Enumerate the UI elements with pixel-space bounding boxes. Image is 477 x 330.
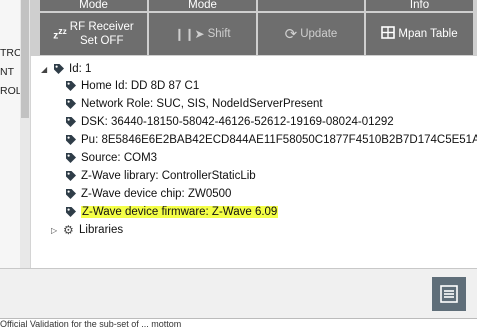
libraries-label: Libraries xyxy=(79,224,124,236)
update-button[interactable]: ⟳ Update xyxy=(258,13,364,55)
tree-item[interactable]: DSK: 36440-18150-58042-46126-52612-19169… xyxy=(65,114,394,130)
update-label: Update xyxy=(300,28,338,40)
mpan-table-label: Mpan Table xyxy=(398,28,458,40)
collapse-caret-icon[interactable]: ◢ xyxy=(41,65,51,74)
expand-caret-icon[interactable]: ▷ xyxy=(51,226,61,235)
gear-icon: ⚙ xyxy=(63,223,74,237)
mode-button-2[interactable]: Mode xyxy=(149,0,256,11)
info-button-label: Info xyxy=(409,0,430,11)
refresh-icon: ⟳ xyxy=(284,26,298,43)
list-icon xyxy=(440,285,458,303)
tag-icon xyxy=(66,207,76,217)
status-bar: Official Validation for the sub-set of .… xyxy=(0,318,477,330)
tag-icon xyxy=(66,153,76,163)
rf-receiver-label-line1: RF Receiver xyxy=(69,21,134,33)
tree-root-node[interactable]: ◢ Id: 1 xyxy=(41,61,91,77)
tag-icon xyxy=(66,189,76,199)
sleep-icon: zzz xyxy=(53,26,67,42)
mode-button-1-label: Mode xyxy=(79,0,108,11)
mpan-table-button[interactable]: Mpan Table xyxy=(366,13,473,55)
bottom-panel xyxy=(0,268,477,319)
table-icon xyxy=(381,26,396,42)
dsk-label: DSK: 36440-18150-58042-46126-52612-19169… xyxy=(81,116,394,128)
tree-item[interactable]: Home Id: DD 8D 87 C1 xyxy=(65,78,199,94)
shift-button[interactable]: ❙❙➤ Shift xyxy=(149,13,256,55)
left-panel: TRC NT ROL xyxy=(0,0,22,268)
zwave-library-label: Z-Wave library: ControllerStaticLib xyxy=(81,170,256,182)
tag-icon xyxy=(66,135,76,145)
tag-icon xyxy=(54,64,64,74)
toolbar-button-blank[interactable] xyxy=(258,0,364,11)
left-scrollbar[interactable] xyxy=(20,0,30,268)
tree-item[interactable]: Network Role: SUC, SIS, NodeIdServerPres… xyxy=(65,96,323,112)
scrollbar-thumb[interactable] xyxy=(21,0,29,118)
tag-icon xyxy=(66,117,76,127)
zwave-firmware-label: Z-Wave device firmware: Z-Wave 6.09 xyxy=(81,206,279,218)
tree-item[interactable]: Z-Wave device firmware: Z-Wave 6.09 xyxy=(65,204,279,220)
shift-icon: ❙❙➤ xyxy=(174,27,205,41)
tree-root-label: Id: 1 xyxy=(69,63,92,75)
tree-item[interactable]: Source: COM3 xyxy=(65,150,157,166)
home-id-label: Home Id: DD 8D 87 C1 xyxy=(81,80,200,92)
left-label: TRC xyxy=(0,47,22,59)
tag-icon xyxy=(66,81,76,91)
mode-button-1[interactable]: Mode xyxy=(40,0,147,11)
tag-icon xyxy=(66,99,76,109)
left-label: NT xyxy=(0,66,14,78)
tree-libraries-node[interactable]: ▷ ⚙ Libraries xyxy=(51,222,123,238)
menu-button[interactable] xyxy=(432,277,466,311)
shift-label: Shift xyxy=(207,28,231,40)
status-text: Official Validation for the sub-set of .… xyxy=(0,319,182,329)
pu-label: Pu: 8E5846E6E2BAB42ECD844AE11F58050C1877… xyxy=(81,134,477,146)
zwave-chip-label: Z-Wave device chip: ZW0500 xyxy=(81,188,232,200)
tree-item[interactable]: Z-Wave library: ControllerStaticLib xyxy=(65,168,256,184)
node-info-tree: ◢ Id: 1 Home Id: DD 8D 87 C1 Network Rol… xyxy=(30,56,477,268)
toolbar: Mode Mode Info zzz RF Receiver Set OFF ❙… xyxy=(30,0,477,56)
mode-button-2-label: Mode xyxy=(188,0,217,11)
rf-receiver-button[interactable]: zzz RF Receiver Set OFF xyxy=(40,13,147,55)
tag-icon xyxy=(66,171,76,181)
tree-item[interactable]: Z-Wave device chip: ZW0500 xyxy=(65,186,231,202)
rf-receiver-label-line2: Set OFF xyxy=(80,35,124,47)
info-button[interactable]: Info xyxy=(366,0,473,11)
source-label: Source: COM3 xyxy=(81,152,158,164)
left-label: ROL xyxy=(0,85,22,97)
tree-item[interactable]: Pu: 8E5846E6E2BAB42ECD844AE11F58050C1877… xyxy=(65,132,477,148)
network-role-label: Network Role: SUC, SIS, NodeIdServerPres… xyxy=(81,98,323,110)
